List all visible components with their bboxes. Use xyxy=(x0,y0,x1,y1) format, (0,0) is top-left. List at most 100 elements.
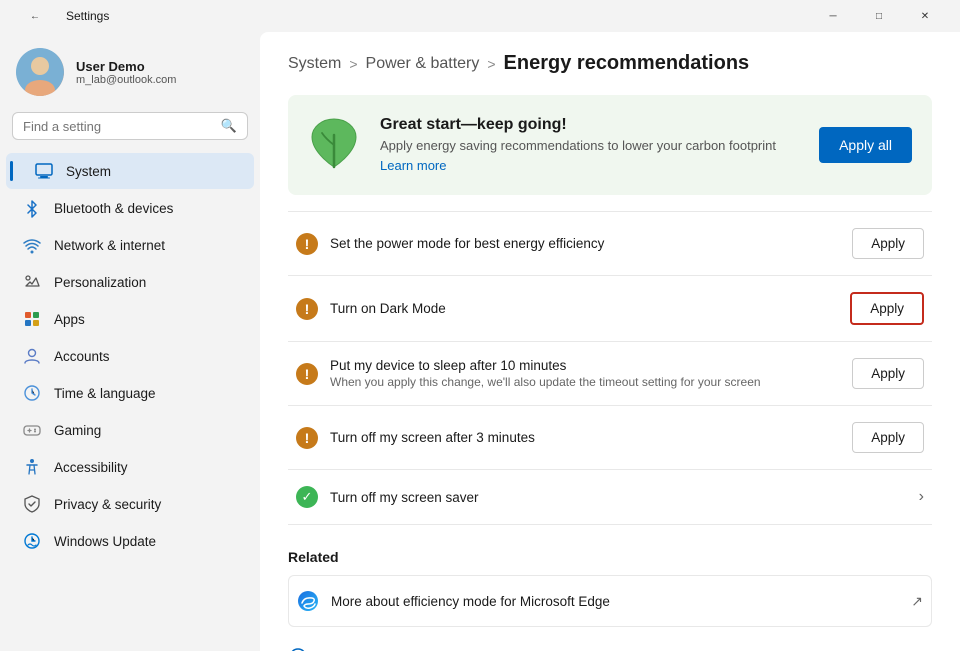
sidebar-item-personalization[interactable]: Personalization xyxy=(6,264,254,300)
sidebar-item-gaming[interactable]: Gaming xyxy=(6,412,254,448)
apply-button-power[interactable]: Apply xyxy=(852,228,924,259)
breadcrumb-sep-1: > xyxy=(349,56,357,72)
edge-icon xyxy=(297,590,319,612)
external-link-icon: ↗ xyxy=(911,593,923,610)
window-controls: ─ □ ✕ xyxy=(810,0,948,32)
user-info: User Demo m_lab@outlook.com xyxy=(76,59,176,86)
app-title: Settings xyxy=(66,9,109,23)
sidebar-item-network[interactable]: Network & internet xyxy=(6,227,254,263)
sidebar-item-accounts[interactable]: Accounts xyxy=(6,338,254,374)
user-email: m_lab@outlook.com xyxy=(76,74,176,86)
maximize-button[interactable]: □ xyxy=(856,0,902,32)
warning-icon-power: ! xyxy=(296,233,318,255)
bluetooth-icon xyxy=(22,198,42,218)
apply-button-sleep[interactable]: Apply xyxy=(852,358,924,389)
warning-icon-sleep: ! xyxy=(296,363,318,385)
rec-row-screen-off: ! Turn off my screen after 3 minutes App… xyxy=(288,406,932,470)
sidebar-item-privacy[interactable]: Privacy & security xyxy=(6,486,254,522)
personalization-icon xyxy=(22,272,42,292)
related-section: Related More about efficiency xyxy=(288,549,932,627)
sidebar-label-apps: Apps xyxy=(54,312,85,327)
update-icon xyxy=(22,531,42,551)
breadcrumb-current: Energy recommendations xyxy=(504,52,750,75)
rec-text-dark-mode: Turn on Dark Mode xyxy=(330,301,838,316)
nav: System Bluetooth & devices xyxy=(0,152,260,560)
rec-title-power: Set the power mode for best energy effic… xyxy=(330,236,840,251)
apps-icon xyxy=(22,309,42,329)
sidebar-label-privacy: Privacy & security xyxy=(54,497,161,512)
rec-title-screen: Turn off my screen after 3 minutes xyxy=(330,430,840,445)
rec-row-sleep: ! Put my device to sleep after 10 minute… xyxy=(288,342,932,406)
title-bar: ← Settings ─ □ ✕ xyxy=(0,0,960,32)
sidebar-label-personalization: Personalization xyxy=(54,275,146,290)
accessibility-icon xyxy=(22,457,42,477)
content-area: System > Power & battery > Energy recomm… xyxy=(260,32,960,651)
rec-text-sleep: Put my device to sleep after 10 minutes … xyxy=(330,358,840,389)
breadcrumb: System > Power & battery > Energy recomm… xyxy=(288,52,932,75)
hero-desc: Apply energy saving recommendations to l… xyxy=(380,138,803,153)
learn-more-link[interactable]: Learn more xyxy=(380,158,446,173)
back-button[interactable]: ← xyxy=(12,0,58,32)
avatar xyxy=(16,48,64,96)
help-icon xyxy=(288,647,308,651)
hero-title: Great start—keep going! xyxy=(380,116,803,134)
sidebar-label-network: Network & internet xyxy=(54,238,165,253)
active-indicator xyxy=(10,161,13,181)
get-help[interactable]: Get help xyxy=(288,647,932,651)
search-icon: 🔍 xyxy=(221,118,237,134)
breadcrumb-system[interactable]: System xyxy=(288,55,341,73)
rec-text-screensaver: Turn off my screen saver xyxy=(330,490,907,505)
accounts-icon xyxy=(22,346,42,366)
related-title: Related xyxy=(288,549,932,565)
sidebar-item-accessibility[interactable]: Accessibility xyxy=(6,449,254,485)
ok-icon-screensaver: ✓ xyxy=(296,486,318,508)
sidebar-label-update: Windows Update xyxy=(54,534,156,549)
sidebar-item-apps[interactable]: Apps xyxy=(6,301,254,337)
recommendations-list: ! Set the power mode for best energy eff… xyxy=(288,211,932,525)
sidebar-item-system[interactable]: System xyxy=(6,153,254,189)
breadcrumb-sep-2: > xyxy=(487,56,495,72)
rec-text-screen-off: Turn off my screen after 3 minutes xyxy=(330,430,840,445)
sidebar-item-update[interactable]: Windows Update xyxy=(6,523,254,559)
hero-banner: Great start—keep going! Apply energy sav… xyxy=(288,95,932,195)
rec-row-power-mode: ! Set the power mode for best energy eff… xyxy=(288,211,932,276)
network-icon xyxy=(22,235,42,255)
privacy-icon xyxy=(22,494,42,514)
chevron-right-icon: › xyxy=(919,488,924,506)
close-button[interactable]: ✕ xyxy=(902,0,948,32)
sidebar-item-time[interactable]: Time & language xyxy=(6,375,254,411)
rec-row-dark-mode: ! Turn on Dark Mode Apply xyxy=(288,276,932,342)
sidebar-label-accounts: Accounts xyxy=(54,349,110,364)
rec-title-dark: Turn on Dark Mode xyxy=(330,301,838,316)
search-box[interactable]: 🔍 xyxy=(12,112,248,140)
rec-text-power-mode: Set the power mode for best energy effic… xyxy=(330,236,840,251)
warning-icon-dark: ! xyxy=(296,298,318,320)
apply-button-screen[interactable]: Apply xyxy=(852,422,924,453)
minimize-button[interactable]: ─ xyxy=(810,0,856,32)
rec-title-screensaver: Turn off my screen saver xyxy=(330,490,907,505)
hero-text: Great start—keep going! Apply energy sav… xyxy=(380,116,803,175)
time-icon xyxy=(22,383,42,403)
sidebar-label-time: Time & language xyxy=(54,386,156,401)
search-input[interactable] xyxy=(23,119,215,134)
related-item-edge[interactable]: More about efficiency mode for Microsoft… xyxy=(288,575,932,627)
rec-row-screensaver[interactable]: ✓ Turn off my screen saver › xyxy=(288,470,932,525)
leaf-icon xyxy=(304,115,364,175)
user-name: User Demo xyxy=(76,59,176,74)
sidebar-label-system: System xyxy=(66,164,111,179)
sidebar-item-bluetooth[interactable]: Bluetooth & devices xyxy=(6,190,254,226)
sidebar-label-accessibility: Accessibility xyxy=(54,460,128,475)
app-container: User Demo m_lab@outlook.com 🔍 xyxy=(0,32,960,651)
title-bar-left: ← Settings xyxy=(12,0,109,32)
warning-icon-screen: ! xyxy=(296,427,318,449)
sidebar-label-bluetooth: Bluetooth & devices xyxy=(54,201,173,216)
apply-all-button[interactable]: Apply all xyxy=(819,127,912,163)
rec-subtitle-sleep: When you apply this change, we'll also u… xyxy=(330,375,840,389)
gaming-icon xyxy=(22,420,42,440)
user-profile[interactable]: User Demo m_lab@outlook.com xyxy=(0,32,260,108)
sidebar: User Demo m_lab@outlook.com 🔍 xyxy=(0,32,260,651)
rec-title-sleep: Put my device to sleep after 10 minutes xyxy=(330,358,840,373)
breadcrumb-power[interactable]: Power & battery xyxy=(366,55,480,73)
system-icon xyxy=(34,161,54,181)
apply-button-dark[interactable]: Apply xyxy=(850,292,924,325)
